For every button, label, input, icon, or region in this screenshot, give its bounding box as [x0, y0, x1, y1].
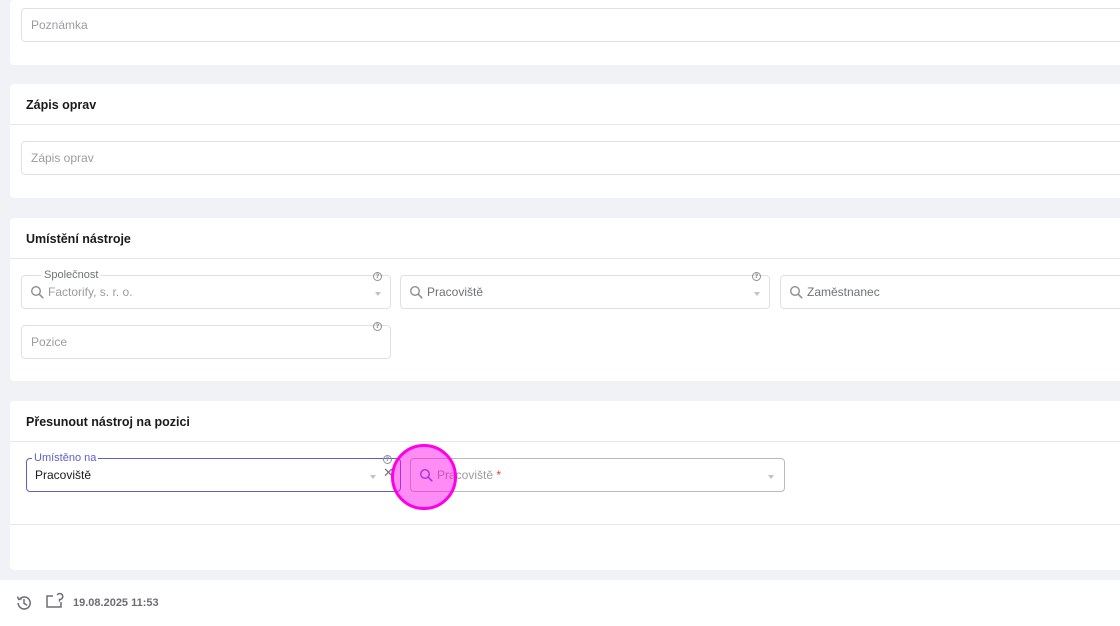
help-icon[interactable]: ?	[373, 322, 382, 331]
placed-on-value: Pracoviště	[35, 468, 92, 482]
repairs-divider	[10, 124, 1120, 125]
repairs-title: Zápis oprav	[26, 98, 97, 112]
location-divider	[10, 258, 1120, 259]
help-icon[interactable]: ?	[752, 272, 761, 281]
move-history-icon[interactable]	[45, 592, 65, 610]
required-mark: *	[496, 468, 502, 482]
history-icon[interactable]	[15, 594, 33, 612]
placed-on-label: Umístěno na	[32, 452, 99, 464]
company-label: Společnost	[42, 269, 101, 281]
help-icon[interactable]: ?	[373, 272, 382, 281]
position-placeholder: Pozice	[31, 335, 68, 349]
employee-select[interactable]: Zaměstnanec	[780, 275, 1120, 309]
repairs-card: Zápis oprav Zápis oprav	[10, 84, 1120, 198]
help-icon[interactable]: ?	[383, 455, 392, 464]
search-icon	[789, 285, 803, 299]
chevron-down-icon[interactable]	[375, 292, 381, 296]
target-workplace-select[interactable]: Pracoviště *	[410, 458, 785, 492]
chevron-down-icon[interactable]	[370, 475, 376, 479]
workplace-placeholder: Pracoviště	[427, 285, 484, 299]
repairs-input[interactable]: Zápis oprav	[21, 141, 1120, 175]
chevron-down-icon[interactable]	[768, 475, 774, 479]
cursor-highlight	[391, 444, 457, 510]
move-card: Přesunout nástroj na pozici Pracoviště ✕…	[10, 401, 1120, 570]
company-placeholder: Factorify, s. r. o.	[48, 285, 133, 299]
employee-placeholder: Zaměstnanec	[807, 285, 880, 299]
note-card: Poznámka	[10, 0, 1120, 65]
search-icon	[409, 285, 423, 299]
move-title: Přesunout nástroj na pozici	[26, 415, 190, 429]
note-input[interactable]: Poznámka	[21, 8, 1120, 42]
position-input[interactable]: Pozice	[21, 325, 391, 359]
workplace-select[interactable]: Pracoviště	[400, 275, 770, 309]
move-divider	[10, 441, 1120, 442]
footer-bar: 19.08.2025 11:53	[0, 580, 1120, 626]
last-updated-timestamp: 19.08.2025 11:53	[73, 597, 159, 609]
note-placeholder: Poznámka	[31, 18, 88, 32]
move-bottom-divider	[10, 524, 1120, 525]
search-icon	[30, 285, 44, 299]
chevron-down-icon[interactable]	[754, 292, 760, 296]
location-title: Umístění nástroje	[26, 232, 131, 246]
repairs-placeholder: Zápis oprav	[31, 151, 94, 165]
location-card: Umístění nástroje Factorify, s. r. o. Sp…	[10, 218, 1120, 381]
